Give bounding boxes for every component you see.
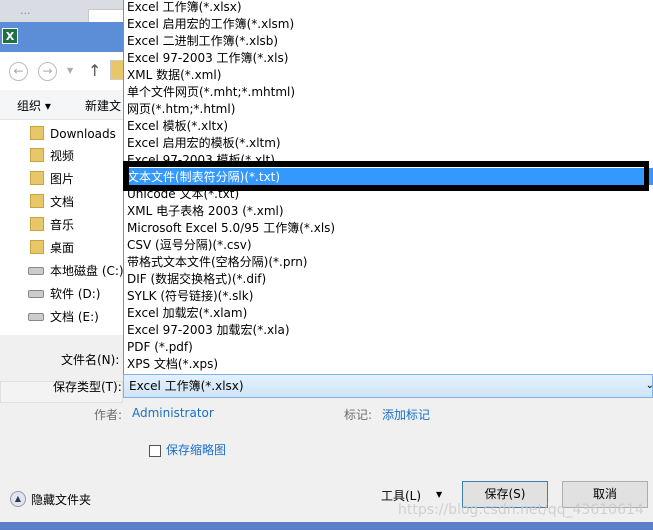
up-icon[interactable]: ↑ [88, 61, 101, 80]
drive-icon [28, 313, 44, 321]
tab-text: ... [20, 4, 31, 17]
dropdown-option[interactable]: Excel 模板(*.xltx) [127, 118, 228, 135]
dropdown-option[interactable]: XML 数据(*.xml) [127, 67, 221, 84]
dropdown-option[interactable]: Microsoft Excel 5.0/95 工作簿(*.xls) [127, 220, 335, 237]
folder-pictures-icon [30, 171, 44, 185]
drive-icon [28, 290, 44, 298]
sidebar-item[interactable]: 视频 [30, 146, 74, 166]
filename-label: 文件名(N): [61, 353, 120, 367]
thumbnail-checkbox[interactable] [149, 445, 161, 457]
dropdown-option[interactable]: Excel 二进制工作簿(*.xlsb) [127, 33, 278, 50]
savetype-label: 保存类型(T): [53, 380, 122, 394]
chevron-down-icon: ⌄ [645, 380, 653, 391]
excel-icon: X [2, 28, 18, 44]
dropdown-option[interactable]: XML 电子表格 2003 (*.xml) [127, 203, 284, 220]
savetype-value: Excel 工作簿(*.xlsx) [129, 379, 244, 393]
folder-music-icon [30, 217, 44, 231]
sidebar-item[interactable]: 本地磁盘 (C:) [28, 261, 124, 281]
dropdown-option[interactable]: Excel 加载宏(*.xlam) [127, 305, 247, 322]
author-label: 作者: [94, 408, 123, 422]
sidebar-item[interactable]: 桌面 [30, 238, 74, 258]
dropdown-option[interactable]: Excel 97-2003 加载宏(*.xla) [127, 322, 290, 339]
dropdown-option[interactable]: 单个文件网页(*.mht;*.mhtml) [127, 84, 295, 101]
dropdown-option[interactable]: XPS 文档(*.xps) [127, 356, 218, 373]
savetype-combobox[interactable]: Excel 工作簿(*.xlsx) ⌄ [123, 374, 653, 398]
dropdown-option[interactable]: 网页(*.htm;*.html) [127, 101, 235, 118]
sidebar-item-label: 本地磁盘 (C:) [50, 264, 124, 278]
watermark: https://blog.csdn.net/qq_43610614 [398, 502, 644, 518]
background-tab [88, 9, 128, 23]
sidebar-item-label: 文档 [50, 195, 75, 209]
new-folder-button[interactable]: 新建文 [85, 97, 121, 114]
author-value[interactable]: Administrator [132, 406, 214, 420]
folder-desktop-icon [30, 240, 44, 254]
window-border [0, 522, 653, 530]
folder-download-icon [30, 126, 44, 140]
drive-icon [28, 267, 44, 275]
sidebar-item[interactable]: 音乐 [30, 215, 74, 235]
hide-folders-button[interactable]: 隐藏文件夹 [31, 491, 91, 508]
dropdown-option[interactable]: Excel 工作簿(*.xlsx) [127, 0, 242, 16]
thumbnail-label[interactable]: 保存缩略图 [166, 441, 226, 458]
collapse-up-icon[interactable]: ▲ [10, 491, 26, 507]
dropdown-option[interactable]: CSV (逗号分隔)(*.csv) [127, 237, 252, 254]
tools-dropdown-icon[interactable]: ▼ [436, 490, 442, 499]
dropdown-option[interactable]: SYLK (符号链接)(*.slk) [127, 288, 253, 305]
organize-button[interactable]: 组织 ▾ [17, 97, 51, 114]
sidebar-item-label: 文档 (E:) [50, 310, 99, 324]
dropdown-option[interactable]: PDF (*.pdf) [127, 339, 193, 356]
tags-label: 标记: [344, 408, 373, 422]
sidebar-item[interactable]: Downloads [30, 124, 116, 144]
sidebar-item-label: 桌面 [50, 241, 75, 255]
tags-value[interactable]: 添加标记 [382, 406, 430, 423]
forward-icon[interactable]: → [38, 62, 57, 81]
dropdown-option[interactable]: Excel 97-2003 工作簿(*.xls) [127, 50, 288, 67]
folder-documents-icon [30, 194, 44, 208]
recent-dropdown-icon[interactable]: ▼ [67, 66, 73, 75]
sidebar-item[interactable]: 文档 (E:) [28, 307, 99, 327]
sidebar-item-label: Downloads [50, 127, 116, 141]
address-folder-icon[interactable] [110, 60, 124, 80]
sidebar-item[interactable]: 软件 (D:) [28, 284, 100, 304]
sidebar-item[interactable]: 图片 [30, 169, 74, 189]
sidebar-item-label: 图片 [50, 172, 75, 186]
dropdown-option[interactable]: Excel 启用宏的工作簿(*.xlsm) [127, 16, 294, 33]
annotation-box [123, 161, 649, 191]
folder-video-icon [30, 148, 44, 162]
dropdown-option[interactable]: DIF (数据交换格式)(*.dif) [127, 271, 266, 288]
dropdown-option[interactable]: 带格式文本文件(空格分隔)(*.prn) [127, 254, 308, 271]
sidebar-item-label: 音乐 [50, 218, 75, 232]
sidebar-item-label: 视频 [50, 149, 75, 163]
sidebar-item[interactable]: 文档 [30, 192, 74, 212]
dropdown-option[interactable]: Excel 启用宏的模板(*.xltm) [127, 135, 281, 152]
sidebar-item-label: 软件 (D:) [50, 287, 101, 301]
back-icon[interactable]: ← [9, 62, 28, 81]
